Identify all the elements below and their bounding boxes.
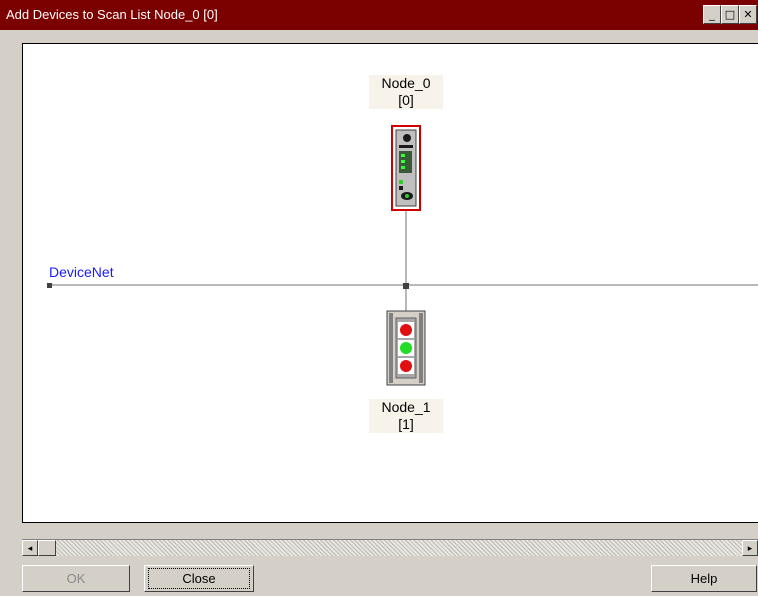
tap-marker (403, 283, 409, 289)
horizontal-scrollbar[interactable]: ◂ ▸ (22, 539, 758, 556)
ok-button-label: OK (66, 571, 86, 586)
maximize-button[interactable]: □ (721, 5, 739, 24)
scroll-right-button[interactable]: ▸ (742, 540, 758, 556)
close-button[interactable]: Close (144, 565, 254, 592)
node-1-device[interactable] (386, 310, 426, 391)
maximize-icon: □ (724, 8, 736, 21)
node-0-label[interactable]: Node_0 [0] (369, 75, 443, 109)
scroll-thumb[interactable] (38, 540, 56, 556)
trunk-end-marker (47, 283, 52, 288)
network-label[interactable]: DeviceNet (49, 264, 114, 280)
node-0-device[interactable] (391, 125, 421, 216)
node-0-name: Node_0 (381, 75, 431, 91)
close-button-label: Close (148, 568, 250, 589)
node-0-address: [0] (398, 92, 414, 108)
minimize-icon: _ (709, 8, 715, 21)
dialog-window: Add Devices to Scan List Node_0 [0] _ □ … (0, 0, 758, 596)
node-1-name: Node_1 (381, 399, 431, 415)
scanner-module-icon (391, 125, 421, 211)
node-1-address: [1] (398, 416, 414, 432)
minimize-button[interactable]: _ (703, 5, 721, 24)
network-wiring (47, 210, 758, 312)
left-arrow-icon: ◂ (27, 542, 33, 553)
help-button[interactable]: Help (651, 565, 757, 592)
window-title: Add Devices to Scan List Node_0 [0] (6, 7, 218, 22)
right-arrow-icon: ▸ (747, 542, 753, 553)
help-button-label: Help (690, 571, 718, 586)
close-window-button[interactable]: ✕ (739, 5, 757, 24)
node-1-label[interactable]: Node_1 [1] (369, 399, 443, 433)
close-icon: ✕ (743, 8, 753, 21)
ok-button[interactable]: OK (22, 565, 130, 592)
stack-light-icon (386, 310, 426, 386)
network-canvas[interactable]: DeviceNet Node_0 [0] Node_1 [1] (22, 43, 758, 523)
scroll-left-button[interactable]: ◂ (22, 540, 38, 556)
title-bar[interactable]: Add Devices to Scan List Node_0 [0] _ □ … (0, 0, 758, 30)
